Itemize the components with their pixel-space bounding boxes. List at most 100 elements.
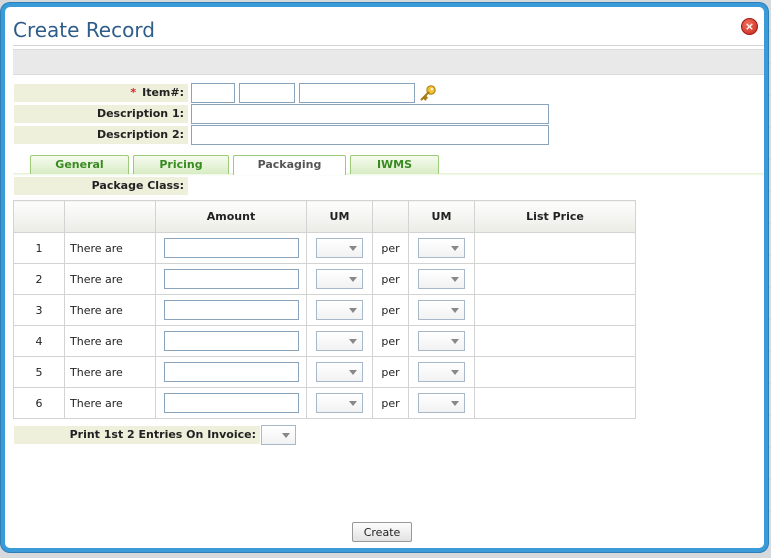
chevron-down-icon	[349, 370, 357, 375]
chevron-down-icon	[349, 401, 357, 406]
list-price-cell	[474, 263, 636, 295]
chevron-down-icon	[451, 246, 459, 251]
um2-select[interactable]	[418, 300, 465, 320]
chevron-down-icon	[451, 401, 459, 406]
required-marker: *	[130, 86, 137, 99]
row-text: There are	[64, 294, 156, 326]
um2-cell	[408, 356, 475, 388]
tab-packaging[interactable]: Packaging	[233, 155, 346, 175]
um2-cell	[408, 294, 475, 326]
um-cell	[306, 356, 373, 388]
tab-general[interactable]: General	[30, 155, 129, 174]
um-cell	[306, 294, 373, 326]
amount-cell	[155, 325, 307, 357]
um2-cell	[408, 263, 475, 295]
um-select[interactable]	[316, 269, 363, 289]
description2-input[interactable]	[191, 125, 549, 145]
item-part2-input[interactable]	[239, 83, 295, 103]
um2-select[interactable]	[418, 269, 465, 289]
um-cell	[306, 232, 373, 264]
chevron-down-icon	[349, 246, 357, 251]
per-text: per	[372, 263, 409, 295]
tab-iwms[interactable]: IWMS	[350, 155, 439, 174]
table-row: 4 There are per	[13, 325, 636, 357]
col-header-text	[64, 200, 156, 233]
col-header-number	[13, 200, 65, 233]
amount-input[interactable]	[163, 238, 299, 258]
per-text: per	[372, 325, 409, 357]
um2-cell	[408, 232, 475, 264]
list-price-cell	[474, 325, 636, 357]
amount-cell	[155, 263, 307, 295]
um-select[interactable]	[316, 331, 363, 351]
um-cell	[306, 387, 373, 419]
close-icon[interactable]: ×	[741, 18, 758, 35]
row-number: 5	[13, 356, 65, 388]
amount-input[interactable]	[163, 300, 299, 320]
um-select[interactable]	[316, 300, 363, 320]
dialog-title: Create Record	[13, 18, 155, 42]
row-number: 3	[13, 294, 65, 326]
create-button[interactable]: Create	[352, 522, 412, 542]
row-number: 2	[13, 263, 65, 295]
list-price-cell	[474, 232, 636, 264]
chevron-down-icon	[451, 308, 459, 313]
table-row: 6 There are per	[13, 387, 636, 419]
col-header-list-price: List Price	[474, 200, 636, 233]
um-cell	[306, 325, 373, 357]
chevron-down-icon	[349, 277, 357, 282]
item-label: * Item#:	[14, 84, 188, 102]
per-text: per	[372, 356, 409, 388]
title-divider	[13, 45, 764, 46]
um-select[interactable]	[316, 362, 363, 382]
print-entries-label: Print 1st 2 Entries On Invoice:	[14, 426, 260, 444]
amount-input[interactable]	[163, 362, 299, 382]
key-icon[interactable]	[419, 85, 437, 101]
amount-input[interactable]	[163, 269, 299, 289]
um-select[interactable]	[316, 393, 363, 413]
um2-cell	[408, 325, 475, 357]
table-row: 1 There are per	[13, 232, 636, 264]
col-header-per	[372, 200, 409, 233]
amount-input[interactable]	[163, 331, 299, 351]
per-text: per	[372, 387, 409, 419]
amount-cell	[155, 294, 307, 326]
chevron-down-icon	[349, 308, 357, 313]
um2-select[interactable]	[418, 238, 465, 258]
row-number: 6	[13, 387, 65, 419]
row-number: 4	[13, 325, 65, 357]
print-entries-select[interactable]	[261, 425, 296, 445]
amount-cell	[155, 356, 307, 388]
tab-pricing[interactable]: Pricing	[133, 155, 229, 174]
row-text: There are	[64, 232, 156, 264]
description2-label: Description 2:	[14, 126, 188, 144]
table-row: 2 There are per	[13, 263, 636, 295]
description1-input[interactable]	[191, 104, 549, 124]
um2-select[interactable]	[418, 393, 465, 413]
table-row: 5 There are per	[13, 356, 636, 388]
chevron-down-icon	[451, 277, 459, 282]
um-select[interactable]	[316, 238, 363, 258]
table-row: 3 There are per	[13, 294, 636, 326]
item-part1-input[interactable]	[191, 83, 235, 103]
item-part3-input[interactable]	[299, 83, 415, 103]
chevron-down-icon	[349, 339, 357, 344]
chevron-down-icon	[282, 433, 290, 438]
amount-cell	[155, 387, 307, 419]
table-header-row: Amount UM UM List Price	[13, 200, 636, 233]
per-text: per	[372, 232, 409, 264]
list-price-cell	[474, 387, 636, 419]
chevron-down-icon	[451, 339, 459, 344]
row-text: There are	[64, 356, 156, 388]
um2-select[interactable]	[418, 362, 465, 382]
list-price-cell	[474, 294, 636, 326]
um2-select[interactable]	[418, 331, 465, 351]
row-number: 1	[13, 232, 65, 264]
amount-cell	[155, 232, 307, 264]
amount-input[interactable]	[163, 393, 299, 413]
toolbar-bar	[13, 49, 764, 75]
packaging-table: Amount UM UM List Price 1 There are per …	[13, 200, 636, 419]
col-header-amount: Amount	[155, 200, 307, 233]
row-text: There are	[64, 325, 156, 357]
um2-cell	[408, 387, 475, 419]
